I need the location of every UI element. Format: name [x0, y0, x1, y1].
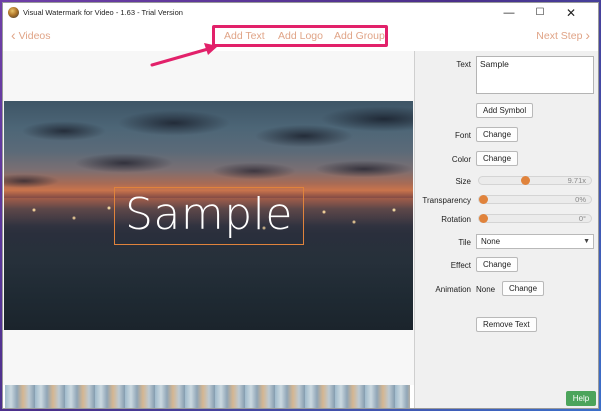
maximize-button[interactable]: ☐	[525, 3, 555, 23]
preview-area: Sample	[3, 51, 414, 408]
add-logo-button[interactable]: Add Logo	[278, 30, 323, 42]
chevron-left-icon: ‹	[11, 27, 16, 43]
animation-label: Animation	[435, 285, 471, 294]
add-symbol-button[interactable]: Add Symbol	[476, 103, 534, 118]
nav-bar: ‹ Videos Add Text Add Logo Add Group Nex…	[3, 23, 598, 51]
effect-change-button[interactable]: Change	[476, 257, 519, 272]
app-window: Visual Watermark for Video - 1.63 - Tria…	[2, 2, 599, 409]
watermark-selection-box[interactable]: Sample	[114, 187, 304, 245]
help-button[interactable]: Help	[566, 391, 596, 406]
transparency-slider[interactable]: 0%	[478, 195, 592, 204]
back-to-videos-button[interactable]: ‹ Videos	[11, 27, 51, 43]
rotation-label: Rotation	[441, 215, 471, 224]
tile-label: Tile	[458, 238, 471, 247]
dropdown-caret-icon: ▼	[583, 238, 590, 245]
watermark-text[interactable]: Sample	[115, 190, 303, 240]
animation-value: None	[476, 285, 496, 294]
text-label: Text	[456, 60, 471, 69]
animation-change-button[interactable]: Change	[502, 281, 545, 296]
font-change-button[interactable]: Change	[476, 127, 519, 142]
back-label: Videos	[18, 30, 51, 42]
title-bar: Visual Watermark for Video - 1.63 - Tria…	[3, 3, 598, 23]
next-label: Next Step	[536, 30, 583, 42]
size-value: 9.71x	[567, 176, 586, 185]
properties-panel: Text Sample Add Symbol Font Change Color…	[414, 51, 598, 408]
rotation-slider-handle[interactable]	[479, 214, 488, 223]
effect-label: Effect	[450, 261, 471, 270]
transparency-label: Transparency	[422, 196, 471, 205]
tile-value: None	[481, 237, 501, 246]
rotation-slider[interactable]: 0°	[478, 214, 592, 223]
add-group-button[interactable]: Add Group	[334, 30, 385, 42]
transparency-value: 0%	[575, 195, 586, 204]
size-slider[interactable]: 9.71x	[478, 176, 592, 185]
font-label: Font	[454, 131, 471, 140]
rotation-value: 0°	[578, 214, 586, 223]
chevron-right-icon: ›	[585, 27, 590, 43]
tile-select[interactable]: None ▼	[476, 234, 594, 249]
remove-text-button[interactable]: Remove Text	[476, 317, 537, 332]
color-change-button[interactable]: Change	[476, 151, 519, 166]
size-slider-handle[interactable]	[521, 176, 531, 185]
transparency-slider-handle[interactable]	[479, 195, 488, 204]
watermark-text-field[interactable]: Sample	[476, 56, 594, 94]
size-label: Size	[455, 177, 471, 186]
close-button[interactable]: ✕	[556, 3, 586, 23]
pointer-arrow-icon	[150, 43, 218, 67]
app-logo-icon	[8, 7, 19, 18]
video-filmstrip[interactable]	[5, 385, 410, 408]
next-step-button[interactable]: Next Step ›	[536, 27, 590, 43]
minimize-button[interactable]: —	[494, 3, 524, 23]
window-title: Visual Watermark for Video - 1.63 - Tria…	[23, 8, 183, 17]
color-label: Color	[451, 155, 471, 164]
add-text-button[interactable]: Add Text	[224, 30, 265, 42]
video-preview: Sample	[4, 101, 413, 330]
